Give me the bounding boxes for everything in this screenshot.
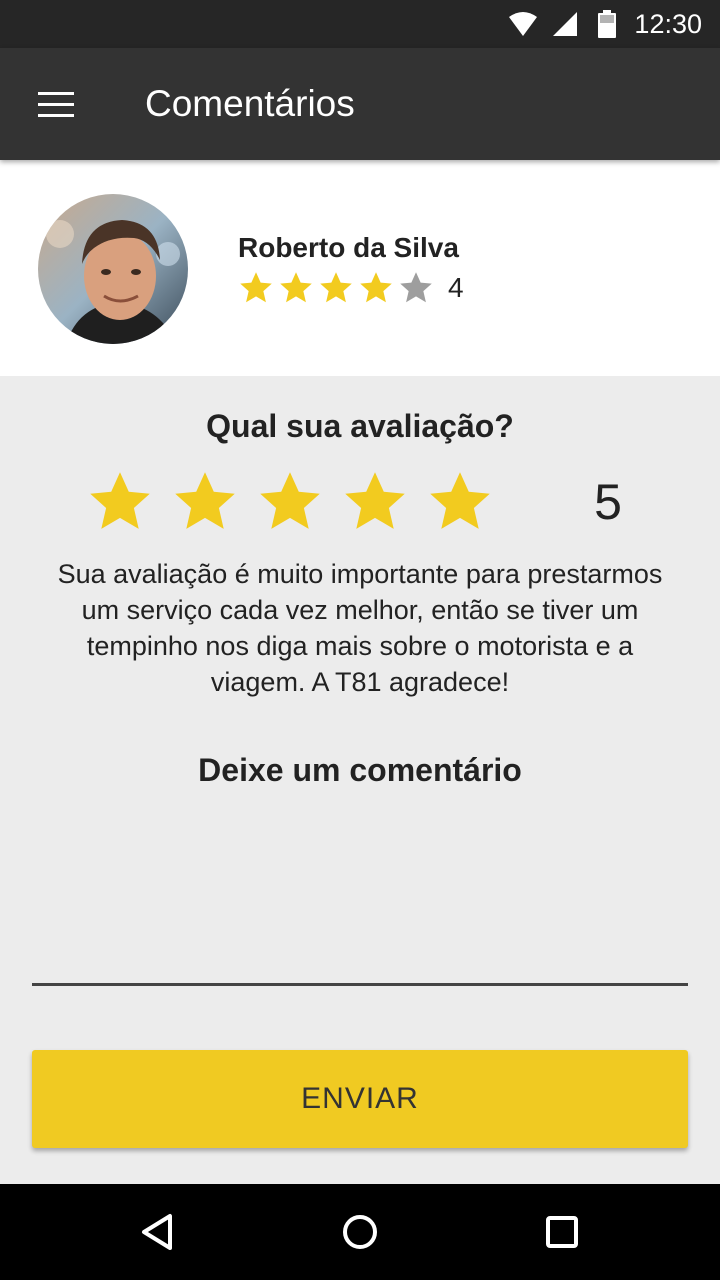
cell-signal-icon	[553, 12, 578, 36]
comment-label: Deixe um comentário	[198, 752, 522, 788]
star-filled-icon	[320, 272, 352, 303]
rating-star-5-icon[interactable]	[426, 468, 494, 536]
info-text: Sua avaliação é muito importante para pr…	[57, 559, 663, 697]
comment-input[interactable]	[32, 812, 688, 986]
star-empty-icon	[400, 272, 432, 303]
selected-rating-value: 5	[594, 474, 622, 530]
star-filled-icon	[280, 272, 312, 303]
driver-name: Roberto da Silva	[238, 232, 459, 263]
navigation-bar	[0, 1184, 720, 1280]
rating-question: Qual sua avaliação?	[206, 408, 514, 444]
submit-button[interactable]: ENVIAR	[32, 1050, 688, 1148]
driver-rating-value: 4	[448, 272, 464, 303]
clock: 12:30	[634, 8, 702, 39]
avatar	[38, 194, 188, 344]
driver-rating: 4	[238, 270, 464, 306]
star-filled-icon	[360, 272, 392, 303]
wifi-icon	[509, 12, 538, 36]
rating-star-1-icon[interactable]	[86, 468, 154, 536]
rating-star-2-icon[interactable]	[171, 468, 239, 536]
battery-icon	[598, 10, 617, 38]
status-bar: 12:30	[0, 0, 720, 48]
hamburger-menu-icon[interactable]	[30, 82, 80, 126]
status-icons: 12:30	[508, 0, 702, 48]
rating-star-3-icon[interactable]	[256, 468, 324, 536]
back-icon[interactable]	[136, 1208, 184, 1256]
recents-icon[interactable]	[538, 1208, 586, 1256]
rating-selector: 5	[0, 462, 720, 542]
app-bar: Comentários	[0, 48, 720, 160]
star-filled-icon	[240, 272, 272, 303]
rating-star-4-icon[interactable]	[341, 468, 409, 536]
driver-card: Roberto da Silva 4	[0, 160, 720, 376]
home-icon[interactable]	[336, 1208, 384, 1256]
page-title: Comentários	[145, 83, 355, 124]
